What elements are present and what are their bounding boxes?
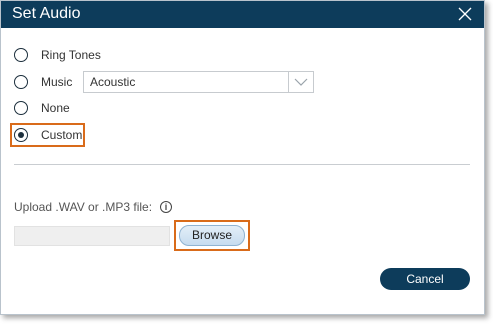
upload-label: Upload .WAV or .MP3 file: i	[14, 200, 173, 214]
dialog-title-bar: Set Audio	[1, 1, 484, 28]
option-none[interactable]: None	[14, 99, 70, 117]
info-icon[interactable]: i	[160, 201, 173, 213]
music-select-value: Acoustic	[90, 75, 136, 89]
music-select[interactable]: Acoustic	[83, 71, 314, 93]
option-ring-tones[interactable]: Ring Tones	[14, 46, 101, 64]
file-path-field[interactable]	[14, 226, 170, 246]
none-label: None	[41, 101, 70, 115]
cancel-button[interactable]: Cancel	[380, 268, 470, 290]
ring-tones-radio[interactable]	[14, 48, 28, 62]
divider	[14, 164, 470, 165]
set-audio-dialog: Set Audio Ring Tones Music Acoustic None	[0, 0, 485, 315]
upload-label-text: Upload .WAV or .MP3 file:	[14, 200, 153, 214]
option-custom[interactable]: Custom	[14, 126, 82, 144]
close-button[interactable]	[458, 7, 472, 21]
close-icon	[458, 7, 472, 21]
dialog-title: Set Audio	[12, 5, 81, 22]
music-label: Music	[41, 75, 73, 89]
custom-label: Custom	[41, 128, 83, 142]
custom-radio[interactable]	[14, 128, 28, 142]
option-music[interactable]: Music	[14, 73, 72, 91]
music-select-toggle[interactable]	[288, 72, 313, 92]
chevron-down-icon	[294, 78, 308, 86]
browse-button[interactable]: Browse	[179, 225, 245, 246]
none-radio[interactable]	[14, 101, 28, 115]
music-radio[interactable]	[14, 75, 28, 89]
ring-tones-label: Ring Tones	[41, 48, 101, 62]
